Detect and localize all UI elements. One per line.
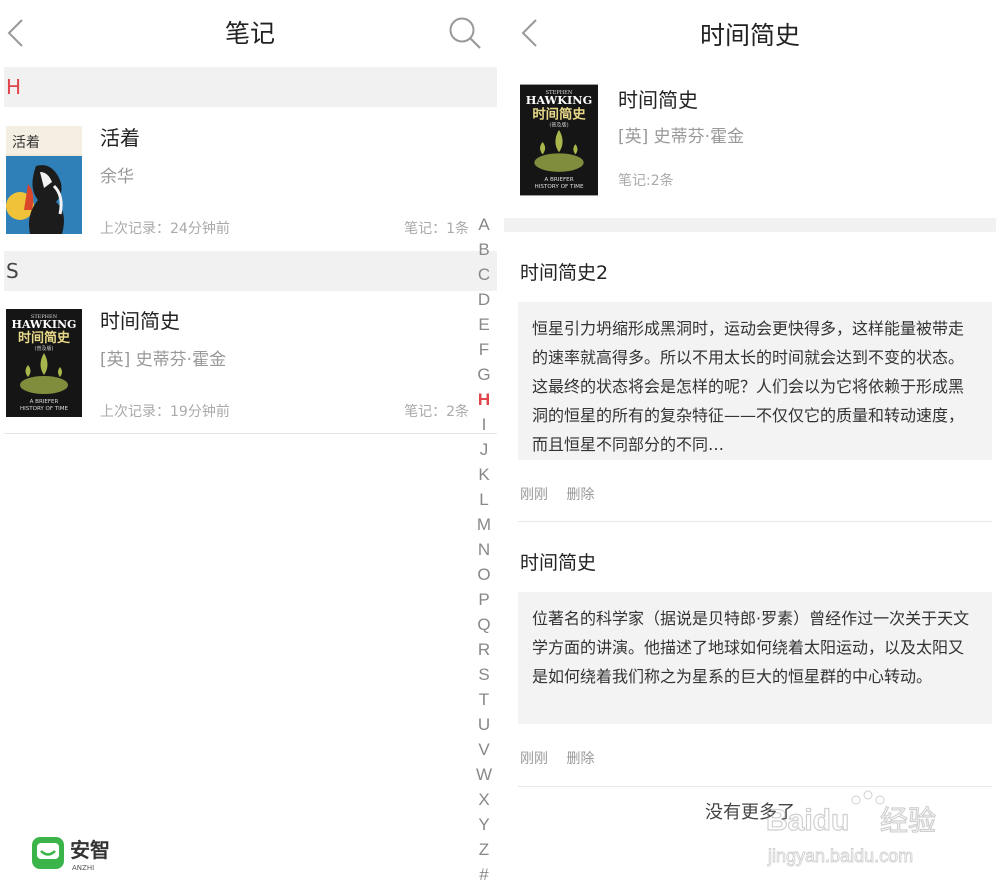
alphabet-letter[interactable]: E xyxy=(472,312,496,337)
divider xyxy=(4,433,497,434)
alphabet-letter[interactable]: B xyxy=(472,237,496,262)
anzhi-cn: 安智 xyxy=(70,838,110,862)
section-letter: H xyxy=(6,75,22,99)
note-actions: 刚刚 删除 xyxy=(520,484,608,504)
alphabet-letter[interactable]: D xyxy=(472,287,496,312)
note-title: 时间简史 xyxy=(520,552,597,574)
section-letter: S xyxy=(6,259,19,283)
alphabet-letter[interactable]: A xyxy=(472,212,496,237)
book-cover: STEPHEN HAWKING 时间简史 (普及版) A BRIEFER HIS… xyxy=(520,84,598,196)
note-time: 刚刚 xyxy=(520,751,548,767)
section-gap xyxy=(504,218,996,232)
alphabet-letter[interactable]: G xyxy=(472,362,496,387)
alphabet-letter[interactable]: Y xyxy=(472,812,496,837)
alphabet-letter[interactable]: Q xyxy=(472,612,496,637)
alphabet-letter[interactable]: W xyxy=(472,762,496,787)
alphabet-letter[interactable]: J xyxy=(472,437,496,462)
alphabet-letter[interactable]: F xyxy=(472,337,496,362)
book-author: [英] 史蒂芬·霍金 xyxy=(618,127,745,147)
cover-name: HAWKING xyxy=(12,318,77,331)
note-title: 时间简史2 xyxy=(520,262,609,284)
alphabet-letter[interactable]: P xyxy=(472,587,496,612)
book-notes-panel: 时间简史 STEPHEN HAWKING 时间简史 (普及版) A BRIEFE… xyxy=(500,0,1000,890)
page-title: 时间简史 xyxy=(699,21,800,50)
cover-en2: HISTORY OF TIME xyxy=(534,184,583,190)
search-icon[interactable] xyxy=(448,16,482,50)
book-title: 活着 xyxy=(100,126,140,150)
alphabet-letter[interactable]: O xyxy=(472,562,496,587)
last-record: 上次记录：24分钟前 xyxy=(100,221,230,237)
cover-name: HAWKING xyxy=(526,93,592,107)
alphabet-letter[interactable]: H xyxy=(472,387,496,412)
alphabet-letter[interactable]: U xyxy=(472,712,496,737)
note-count: 笔记:2条 xyxy=(618,173,674,189)
book-row-shijianjianshi[interactable]: STEPHEN HAWKING 时间简史 (普及版) A BRIEFER HIS… xyxy=(4,291,497,435)
note-excerpt[interactable]: 恒星引力坍缩形成黑洞时，运动会更快得多，这样能量被带走的速率就高得多。所以不用太… xyxy=(518,302,992,460)
anzhi-en: ANZHI xyxy=(72,864,94,872)
book-author: [英] 史蒂芬·霍金 xyxy=(100,350,227,370)
book-author: 余华 xyxy=(100,167,134,187)
anzhi-watermark-logo: 安智 ANZHI xyxy=(32,837,110,872)
alphabet-letter[interactable]: L xyxy=(472,487,496,512)
note-count: 笔记：2条 xyxy=(404,404,469,420)
cover-title: 时间简史 xyxy=(18,330,71,346)
book-cover: STEPHEN HAWKING 时间简史 (普及版) A BRIEFER HIS… xyxy=(6,309,82,417)
alphabet-letter[interactable]: K xyxy=(472,462,496,487)
alphabet-index[interactable]: A B C D E F G H I J K L M N O P Q R S T U V W X Y Z # xyxy=(472,212,496,887)
alphabet-letter[interactable]: I xyxy=(472,412,496,437)
book-title: 时间简史 xyxy=(100,309,180,333)
alphabet-letter[interactable]: M xyxy=(472,512,496,537)
baidu-cn: 经验 xyxy=(880,804,936,837)
page-title: 笔记 xyxy=(224,19,275,48)
cover-en1: A BRIEFER xyxy=(544,177,573,183)
delete-button[interactable]: 删除 xyxy=(566,487,594,503)
alphabet-letter[interactable]: X xyxy=(472,787,496,812)
alphabet-letter[interactable]: T xyxy=(472,687,496,712)
note-count: 笔记：1条 xyxy=(404,221,469,237)
alphabet-letter[interactable]: # xyxy=(472,862,496,887)
alphabet-letter[interactable]: R xyxy=(472,637,496,662)
baidu-brand: Baidu xyxy=(766,804,849,837)
notes-list-panel: 笔记 H 活着 活着 余华 上次记录：24分钟前 笔记：1条 S STEPHEN… xyxy=(0,0,500,890)
section-header-s: S xyxy=(4,251,497,291)
note-excerpt[interactable]: 位著名的科学家（据说是贝特郎·罗素）曾经作过一次关于天文学方面的讲演。他描述了地… xyxy=(518,592,992,724)
book-row-huozhe[interactable]: 活着 活着 余华 上次记录：24分钟前 笔记：1条 xyxy=(4,108,497,252)
alphabet-letter[interactable]: N xyxy=(472,537,496,562)
book-title: 时间简史 xyxy=(618,88,698,112)
baidu-jingyan-watermark: Baidu 经验 jingyan.baidu.com xyxy=(765,790,937,866)
cover-sub: (普及版) xyxy=(35,345,54,352)
note-time: 刚刚 xyxy=(520,487,548,503)
alphabet-letter[interactable]: S xyxy=(472,662,496,687)
cover-title: 时间简史 xyxy=(532,105,586,122)
header: 时间简史 xyxy=(500,0,1000,64)
cover-en1: A BRIEFER xyxy=(30,399,59,405)
alphabet-letter[interactable]: Z xyxy=(472,837,496,862)
cover-title: 活着 xyxy=(12,135,40,151)
header: 笔记 xyxy=(0,0,500,64)
note-actions: 刚刚 删除 xyxy=(520,748,608,768)
cover-sub: (普及版) xyxy=(549,121,568,129)
cover-en2: HISTORY OF TIME xyxy=(20,406,68,412)
baidu-url: jingyan.baidu.com xyxy=(767,846,913,866)
last-record: 上次记录：19分钟前 xyxy=(100,404,230,420)
section-header-h: H xyxy=(4,67,497,107)
alphabet-letter[interactable]: C xyxy=(472,262,496,287)
book-cover: 活着 xyxy=(6,126,82,234)
alphabet-letter[interactable]: V xyxy=(472,737,496,762)
divider xyxy=(518,521,992,522)
delete-button[interactable]: 删除 xyxy=(566,751,594,767)
